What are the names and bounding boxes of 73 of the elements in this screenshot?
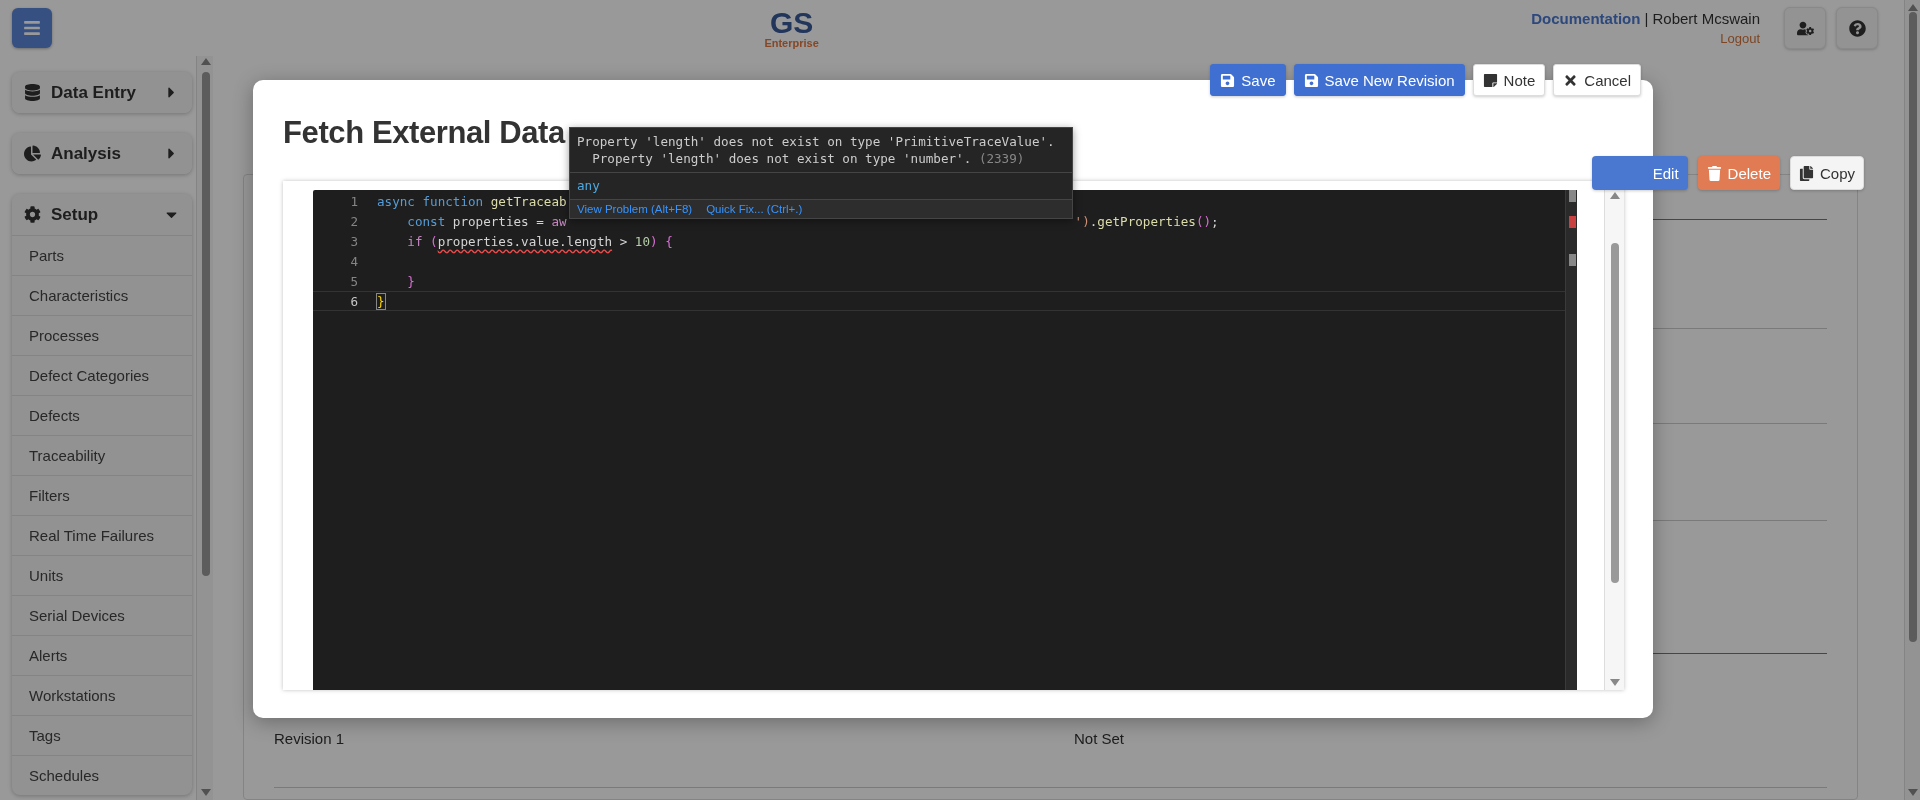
- settings-icon: [24, 206, 41, 223]
- sidebar-section-header[interactable]: Data Entry: [12, 72, 192, 113]
- dialog-button[interactable]: Cancel: [1553, 64, 1641, 96]
- database-icon: [24, 84, 41, 101]
- user-settings-button[interactable]: [1784, 7, 1826, 49]
- user-gear-icon: [1796, 19, 1814, 37]
- tooltip-action-link[interactable]: View Problem (Alt+F8): [577, 203, 693, 215]
- sidebar-item[interactable]: Defects: [12, 395, 192, 435]
- ruler-mark: [1569, 254, 1576, 266]
- copy-icon: [1798, 165, 1814, 181]
- menu-button[interactable]: [12, 8, 52, 48]
- scroll-down-icon[interactable]: [1610, 679, 1620, 686]
- dialog-button[interactable]: Note: [1472, 64, 1546, 96]
- line-number: 3: [349, 233, 358, 249]
- dialog-title: Fetch External Data: [283, 114, 565, 151]
- error-message: Property 'length' does not exist on type 'PrimitiveTraceValue'.: [577, 133, 1056, 150]
- scrollbar[interactable]: [1604, 190, 1624, 690]
- error-message: Property 'length' does not exist on type 'number'. (2339): [591, 150, 1026, 167]
- sidebar-item[interactable]: Processes: [12, 315, 192, 355]
- scrollbar-thumb[interactable]: [1909, 12, 1917, 642]
- code-line: if (properties.value.length > 10) {: [406, 233, 674, 249]
- line-number: 6: [349, 293, 358, 309]
- save-icon: [1303, 72, 1319, 88]
- sidebar-item[interactable]: Units: [12, 555, 192, 595]
- scroll-up-icon[interactable]: [1610, 192, 1620, 199]
- sidebar-item[interactable]: Alerts: [12, 635, 192, 675]
- dialog-button[interactable]: Save New Revision: [1293, 64, 1465, 96]
- sidebar-item[interactable]: Parts: [12, 235, 192, 275]
- line-number: 2: [349, 213, 358, 229]
- field-value: Revision 1: [274, 730, 345, 747]
- sidebar-item[interactable]: Real Time Failures: [12, 515, 192, 555]
- sidebar-item[interactable]: Defect Categories: [12, 355, 192, 395]
- ruler-mark: [1569, 190, 1576, 202]
- sidebar-item[interactable]: Characteristics: [12, 275, 192, 315]
- scrollbar-thumb[interactable]: [1611, 243, 1619, 583]
- scrollbar[interactable]: [196, 56, 213, 800]
- sidebar-item[interactable]: Schedules: [12, 755, 192, 795]
- documentation-link[interactable]: Documentation: [1531, 10, 1641, 27]
- action-button[interactable]: Copy: [1789, 156, 1864, 190]
- sidebar-item[interactable]: Traceability: [12, 435, 192, 475]
- sidebar-item[interactable]: Filters: [12, 475, 192, 515]
- sidebar-item[interactable]: Workstations: [12, 675, 192, 715]
- menu-icon: [23, 19, 41, 37]
- code-line: }: [406, 273, 416, 289]
- action-button[interactable]: Delete: [1697, 156, 1780, 190]
- error-marker: [1569, 216, 1576, 228]
- user-name: | Robert Mcswain: [1644, 10, 1760, 27]
- scroll-down-icon[interactable]: [200, 789, 211, 796]
- trash-icon: [1706, 165, 1722, 181]
- field-value: Not Set: [1074, 730, 1125, 747]
- save-icon: [1220, 72, 1236, 88]
- logout-link[interactable]: Logout: [1720, 31, 1760, 46]
- dialog-button[interactable]: Save: [1210, 64, 1286, 96]
- scrollbar-thumb[interactable]: [201, 72, 210, 576]
- note-icon: [1482, 72, 1498, 88]
- scroll-up-icon[interactable]: [200, 58, 211, 65]
- sidebar-section-header[interactable]: Setup: [12, 194, 192, 235]
- line-number: 5: [349, 273, 358, 289]
- sidebar-item[interactable]: Serial Devices: [12, 595, 192, 635]
- sidebar-section-header[interactable]: Analysis: [12, 133, 192, 174]
- scrollbar[interactable]: [1904, 0, 1920, 800]
- scroll-down-icon[interactable]: [1908, 789, 1918, 796]
- action-button[interactable]: Edit: [1591, 156, 1688, 190]
- code-line: }: [377, 293, 386, 309]
- logo: GS Enterprise: [763, 7, 820, 49]
- help-button[interactable]: [1836, 7, 1878, 49]
- tooltip-action-link[interactable]: Quick Fix... (Ctrl+.): [706, 203, 803, 215]
- help-icon: [1848, 19, 1866, 37]
- line-number: 4: [349, 253, 358, 269]
- line-number: 1: [349, 193, 358, 209]
- error-code: (2339): [978, 151, 1025, 166]
- sidebar-item[interactable]: Tags: [12, 715, 192, 755]
- pie-chart-icon: [24, 145, 41, 162]
